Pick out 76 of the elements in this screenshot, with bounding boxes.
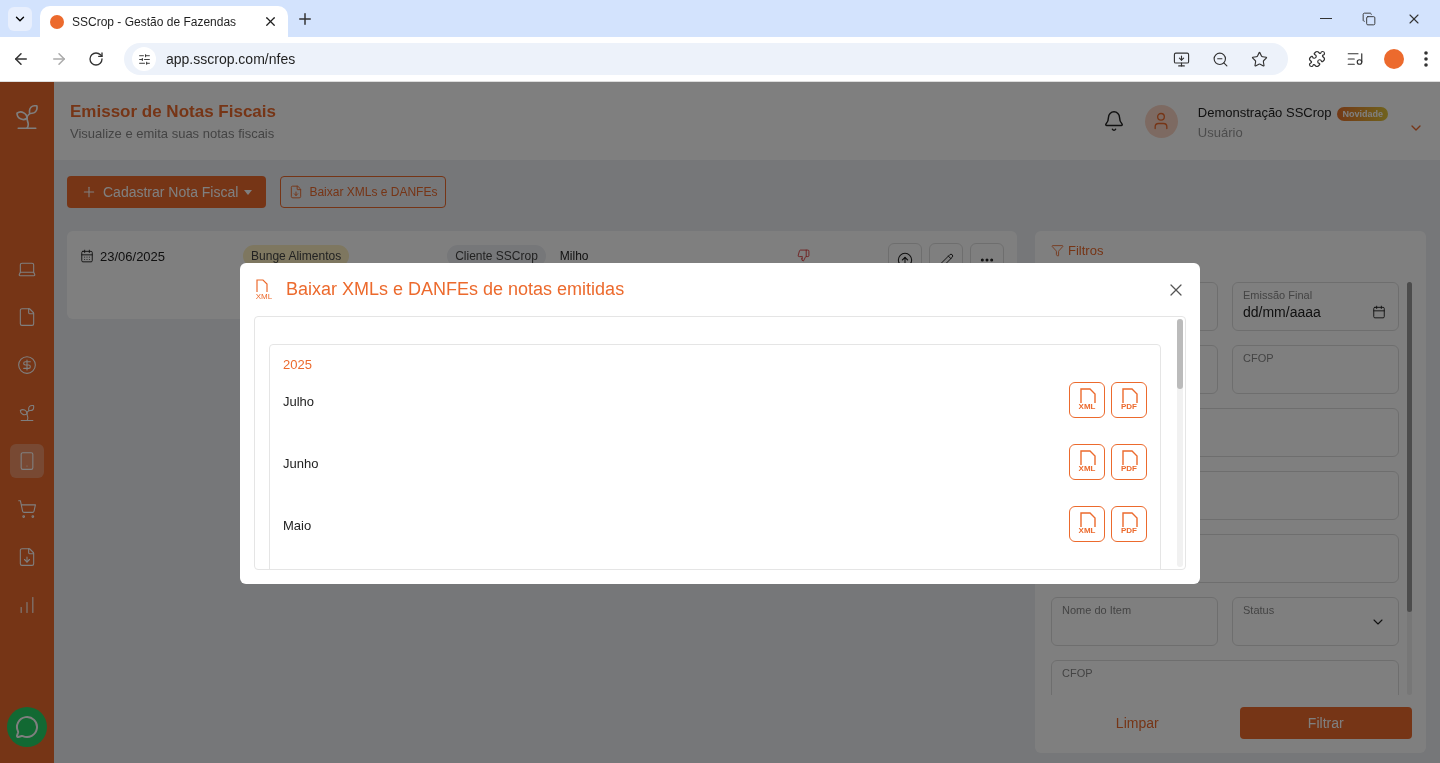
- product-text: Milho: [559, 249, 589, 263]
- bell-icon: [1102, 110, 1125, 132]
- bookmark-button[interactable]: [1251, 50, 1268, 68]
- site-info-button[interactable]: [132, 47, 156, 71]
- reload-icon: [88, 51, 104, 67]
- file-download-button[interactable]: XML: [1069, 444, 1105, 480]
- back-button[interactable]: [12, 50, 30, 68]
- media-button[interactable]: [1346, 50, 1364, 68]
- file-download-icon: [17, 547, 37, 567]
- star-icon: [1251, 50, 1268, 68]
- scrollbar[interactable]: [1407, 282, 1412, 695]
- register-invoice-button[interactable]: Cadastrar Nota Fiscal: [67, 176, 267, 208]
- close-icon[interactable]: [263, 14, 278, 29]
- thumbs-down-icon: [796, 249, 810, 262]
- file-download-button[interactable]: XML: [1069, 506, 1105, 542]
- favicon-icon: [50, 14, 64, 29]
- field-label: Nome do Item: [1062, 604, 1133, 616]
- field-value: dd/mm/aaaa: [1243, 304, 1321, 320]
- notifications-button[interactable]: [1102, 110, 1125, 132]
- puzzle-icon: [1308, 50, 1326, 68]
- restore-icon: [1362, 11, 1376, 26]
- calendar-icon: [80, 249, 94, 263]
- dollar-icon: [17, 355, 37, 375]
- sliders-icon: [137, 52, 151, 66]
- page-subtitle: Visualize e emita suas notas fiscais: [70, 125, 276, 141]
- cart-icon: [17, 499, 37, 519]
- browser-tab[interactable]: SSCrop - Gestão de Fazendas: [40, 6, 288, 37]
- clear-button[interactable]: Limpar: [1051, 707, 1224, 739]
- file-download-button[interactable]: XML: [1069, 382, 1105, 418]
- playlist-icon: [1346, 50, 1364, 68]
- profile-avatar[interactable]: [1384, 49, 1404, 69]
- user-name: Demonstração SSCrop: [1197, 104, 1332, 120]
- file-download-button[interactable]: PDF: [1111, 506, 1147, 542]
- browser-menu-button[interactable]: [1424, 51, 1428, 67]
- tab-title: SSCrop - Gestão de Fazendas: [72, 14, 238, 29]
- month-name: Maio: [283, 518, 313, 533]
- filters-title: Filtros: [1068, 243, 1104, 258]
- field-label: Emissão Final: [1243, 289, 1314, 301]
- file-icon: [17, 307, 37, 327]
- invoice-date: 23/06/2025: [100, 249, 166, 264]
- zoom-button[interactable]: [1212, 50, 1229, 68]
- reload-button[interactable]: [88, 51, 104, 67]
- file-download-icon: [289, 185, 304, 199]
- calendar-icon: [1372, 305, 1386, 319]
- tab-list-button[interactable]: [8, 7, 32, 31]
- restore-button[interactable]: [1362, 10, 1376, 27]
- scrollbar[interactable]: [1177, 319, 1183, 567]
- year-heading: 2025: [283, 357, 313, 372]
- date-field[interactable]: Emissão Final dd/mm/aaaa: [1232, 282, 1399, 331]
- file-download-button[interactable]: PDF: [1111, 444, 1147, 480]
- filter-button[interactable]: Filtrar: [1239, 707, 1412, 739]
- month-name: Julho: [283, 394, 316, 409]
- new-badge: Novidade: [1337, 106, 1388, 121]
- plus-icon: [81, 184, 97, 200]
- menu-icon: [1424, 51, 1428, 67]
- field-label: CFOP: [1062, 667, 1094, 679]
- zoom-out-icon: [1212, 50, 1229, 68]
- download-xml-button[interactable]: Baixar XMLs e DANFEs: [280, 176, 447, 208]
- install-button[interactable]: [1173, 50, 1190, 68]
- page-title: Emissor de Notas Fiscais: [70, 101, 276, 122]
- input-field[interactable]: Nome do Item: [1051, 597, 1218, 646]
- select-field[interactable]: Status: [1232, 597, 1399, 646]
- field-label: Status: [1243, 604, 1276, 616]
- caret-icon: [244, 189, 253, 195]
- extensions-button[interactable]: [1308, 50, 1326, 68]
- input-field[interactable]: CFOP: [1232, 345, 1399, 394]
- dialog-title: Baixar XMLs e DANFEs de notas emitidas: [286, 279, 625, 300]
- filter-icon: [1051, 244, 1064, 257]
- minimize-icon: [1320, 17, 1332, 20]
- arrow-right-icon: [50, 50, 68, 68]
- sprout-icon: [17, 403, 37, 423]
- field-label: CFOP: [1243, 352, 1275, 364]
- file-download-button[interactable]: PDF: [1111, 382, 1147, 418]
- month-name: Junho: [283, 456, 320, 471]
- monitor-download-icon: [1173, 50, 1190, 68]
- chat-bubble-icon: [15, 715, 39, 739]
